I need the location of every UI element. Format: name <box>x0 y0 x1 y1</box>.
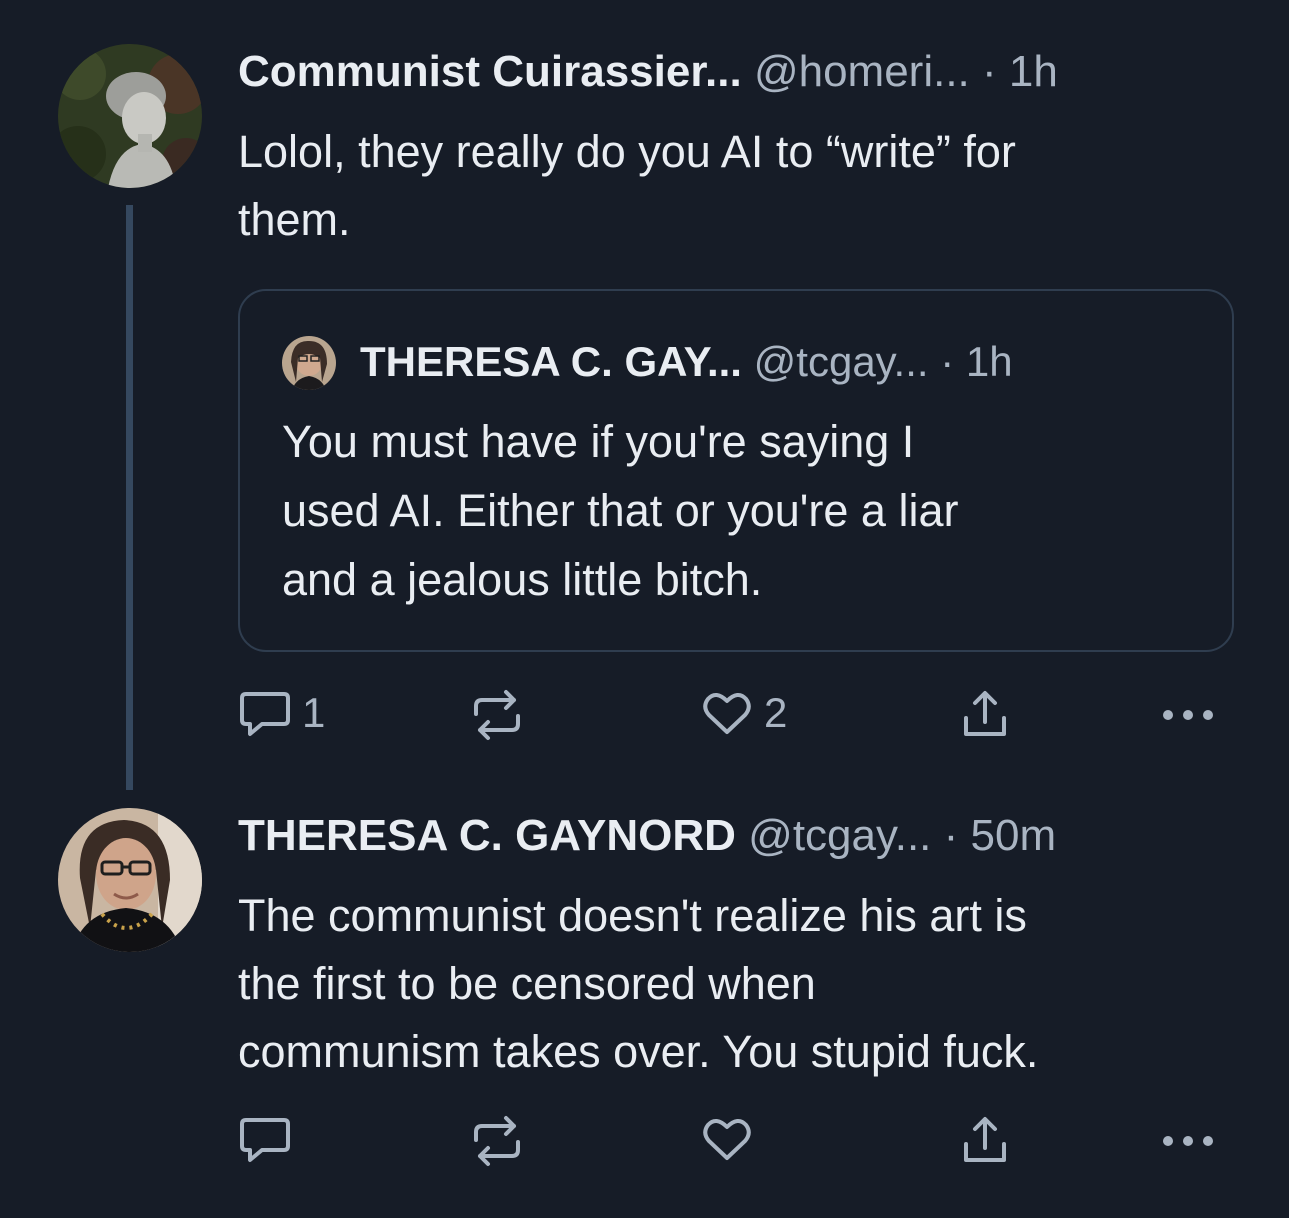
post-time[interactable]: 50m <box>971 811 1057 860</box>
post-text-line: the first to be censored when <box>238 958 816 1009</box>
more-icon <box>1163 710 1213 720</box>
reply-button[interactable]: 1 <box>238 688 325 738</box>
avatar[interactable] <box>58 808 202 952</box>
repost-icon <box>474 1116 520 1166</box>
repost-button[interactable] <box>470 1114 524 1168</box>
author-name[interactable]: Communist Cuirassier... <box>238 47 742 96</box>
quote-author-handle: @tcgay... <box>753 338 929 385</box>
repost-icon <box>474 690 520 740</box>
post-actions <box>0 1114 1289 1174</box>
separator-dot: · <box>940 338 955 385</box>
post-text-line: them. <box>238 194 351 245</box>
statue-avatar-image <box>58 44 202 188</box>
quote-text-line: and a jealous little bitch. <box>282 554 763 605</box>
quote-author-name: THERESA C. GAY... <box>360 338 742 385</box>
separator-dot: · <box>943 811 959 860</box>
like-count: 2 <box>764 689 788 736</box>
reply-icon <box>240 1118 290 1162</box>
author-name[interactable]: THERESA C. GAYNORD <box>238 811 736 860</box>
reply-count: 1 <box>302 689 326 736</box>
quote-header: THERESA C. GAY... @tcgay... · 1h <box>360 334 1013 390</box>
like-button[interactable]: 2 <box>700 688 787 738</box>
post-time[interactable]: 1h <box>1009 47 1058 96</box>
like-button[interactable] <box>700 1114 754 1164</box>
reply-icon <box>240 692 290 736</box>
separator-dot: · <box>982 47 997 96</box>
author-handle[interactable]: @tcgay... <box>748 811 931 860</box>
woman-avatar-image <box>58 808 202 952</box>
post-text: The communist doesn't realize his art is… <box>238 882 1038 1086</box>
share-button[interactable] <box>958 688 1012 742</box>
quote-time: 1h <box>965 338 1013 385</box>
post-text-line: The communist doesn't realize his art is <box>238 890 1027 941</box>
avatar[interactable] <box>58 44 202 188</box>
post-actions: 1 2 <box>0 688 1289 748</box>
post-header: THERESA C. GAYNORD @tcgay... · 50m <box>238 808 1056 864</box>
quote-text-line: You must have if you're saying I <box>282 416 915 467</box>
more-button[interactable] <box>1160 1114 1216 1168</box>
share-icon <box>964 1117 1006 1162</box>
more-icon <box>1163 1136 1213 1146</box>
quoted-post-card[interactable]: THERESA C. GAY... @tcgay... · 1h You mus… <box>238 289 1234 652</box>
author-handle[interactable]: @homeri... <box>754 47 970 96</box>
share-button[interactable] <box>958 1114 1012 1168</box>
post-text: Lolol, they really do you AI to “write” … <box>238 118 1016 254</box>
post-text-line: Lolol, they really do you AI to “write” … <box>238 126 1016 177</box>
reply-button[interactable] <box>238 1114 292 1164</box>
heart-icon <box>703 693 751 734</box>
more-button[interactable] <box>1160 688 1216 742</box>
woman-avatar-image <box>282 336 336 390</box>
post-text-line: communism takes over. You stupid fuck. <box>238 1026 1039 1077</box>
repost-button[interactable] <box>470 688 524 742</box>
quote-text-line: used AI. Either that or you're a liar <box>282 485 959 536</box>
quote-text: You must have if you're saying I used AI… <box>282 407 958 614</box>
quote-avatar <box>282 336 336 390</box>
post-header: Communist Cuirassier... @homeri... · 1h <box>238 44 1058 100</box>
heart-icon <box>703 1119 751 1160</box>
share-icon <box>964 691 1006 736</box>
